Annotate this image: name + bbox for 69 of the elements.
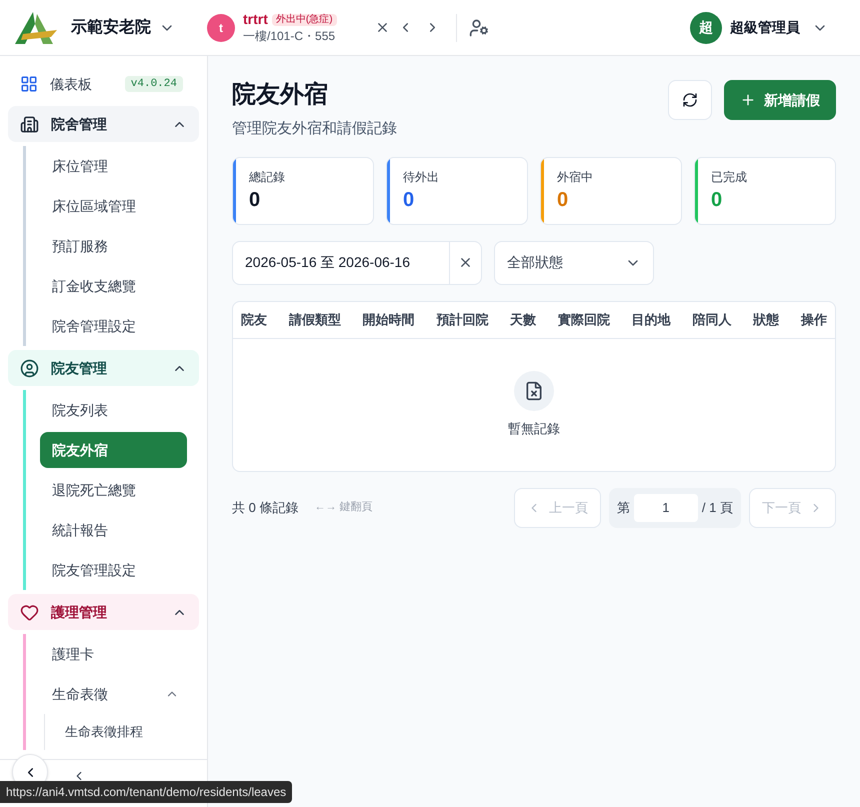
sidebar-group[interactable]: 院舍管理 xyxy=(8,106,199,142)
column-header: 開始時間 xyxy=(362,310,415,329)
org-name: 示範安老院 xyxy=(71,17,151,38)
date-range-field[interactable]: 2026-05-16 至 2026-06-16 xyxy=(232,240,482,284)
add-leave-button[interactable]: 新增請假 xyxy=(724,80,836,120)
plus-icon xyxy=(740,92,756,108)
sidebar-item[interactable]: 床位區域管理 xyxy=(40,188,187,224)
group-icon xyxy=(20,602,39,622)
sidebar-item[interactable]: 退院死亡總覽 xyxy=(40,472,187,508)
keyboard-hint: ←→ 鍵翻頁 xyxy=(314,500,373,516)
column-header: 實際回院 xyxy=(558,310,610,329)
sidebar-item[interactable]: 統計報告 xyxy=(40,512,187,548)
group-label: 院友管理 xyxy=(51,358,107,378)
page-total: / 1 頁 xyxy=(702,498,733,517)
sidebar-item[interactable]: 護理卡 xyxy=(40,636,187,672)
stat-value: 0 xyxy=(557,188,570,212)
clear-icon[interactable] xyxy=(458,255,473,270)
url-tooltip: https://ani4.vmtsd.com/tenant/demo/residents/leaves xyxy=(0,781,292,803)
dashboard-icon xyxy=(20,75,38,93)
sidebar-item[interactable]: 儀表板 xyxy=(50,74,92,94)
sidebar-item[interactable]: 院友外宿 xyxy=(40,432,187,468)
empty-message: 暫無記錄 xyxy=(508,420,560,438)
version-badge: v4.0.24 xyxy=(124,76,183,92)
stat-value: 0 xyxy=(403,188,416,212)
group-icon xyxy=(20,114,39,134)
empty-file-icon xyxy=(514,370,554,411)
sidebar-item[interactable]: 生命表徵 xyxy=(40,676,165,712)
logo-icon xyxy=(13,10,59,46)
sidebar-group[interactable]: 護理管理 xyxy=(8,594,199,630)
column-header: 天數 xyxy=(510,310,536,329)
sidebar-item[interactable]: 院舍管理設定 xyxy=(40,308,187,344)
page-prefix: 第 xyxy=(616,498,630,517)
column-header: 狀態 xyxy=(753,310,780,329)
user-name: 超級管理員 xyxy=(730,18,800,37)
user-settings-icon[interactable] xyxy=(468,18,489,38)
stat-label: 總記錄 xyxy=(249,168,285,186)
stat-value: 0 xyxy=(711,188,724,212)
status-badge: 外出中(急症) xyxy=(272,14,337,26)
page-title: 院友外宿 xyxy=(232,80,329,110)
column-header: 院友 xyxy=(241,310,267,329)
column-header: 目的地 xyxy=(632,310,671,329)
refresh-button[interactable] xyxy=(668,80,712,120)
stat-label: 待外出 xyxy=(403,168,439,186)
resident-location: 一樓/101-C・555 xyxy=(243,28,336,44)
sidebar-item[interactable]: 訂金收支總覽 xyxy=(40,268,187,304)
status-select[interactable]: 全部狀態 xyxy=(494,240,654,284)
sidebar-item[interactable]: 院友管理設定 xyxy=(40,552,187,588)
column-header: 陪同人 xyxy=(692,310,732,329)
sidebar-item[interactable]: 床位管理 xyxy=(40,148,187,184)
resident-name: trtrt xyxy=(243,11,268,29)
group-label: 院舍管理 xyxy=(51,114,107,134)
user-avatar: 超 xyxy=(690,12,722,44)
column-header: 請假類型 xyxy=(288,310,341,329)
resident-avatar: t xyxy=(207,14,235,42)
refresh-icon xyxy=(682,92,698,108)
column-header: 操作 xyxy=(800,310,827,329)
stat-value: 0 xyxy=(249,188,262,212)
page-subtitle: 管理院友外宿和請假記錄 xyxy=(232,119,397,139)
sidebar-item[interactable]: 院友列表 xyxy=(40,392,187,428)
group-icon xyxy=(20,358,39,378)
group-label: 護理管理 xyxy=(51,602,107,622)
stat-label: 已完成 xyxy=(711,168,747,186)
sidebar-item[interactable]: 生命表徵排程 xyxy=(45,714,199,750)
sidebar-group[interactable]: 院友管理 xyxy=(8,350,199,386)
stat-label: 外宿中 xyxy=(557,168,593,186)
record-count: 共 0 條記錄 xyxy=(232,498,298,517)
page-input[interactable]: 1 xyxy=(634,494,698,522)
sidebar-item[interactable]: 預訂服務 xyxy=(40,228,187,264)
column-header: 預計回院 xyxy=(436,310,488,329)
